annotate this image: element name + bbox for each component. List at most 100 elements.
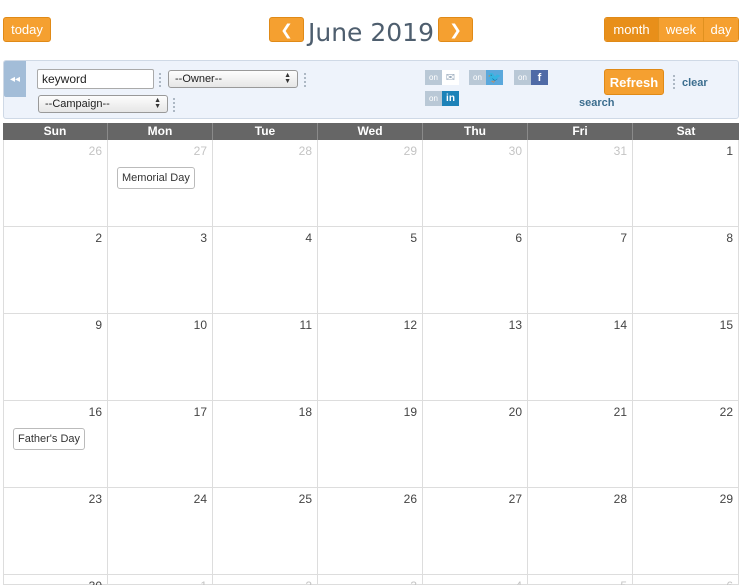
day-cell[interactable]: 29 <box>633 488 739 575</box>
day-number[interactable]: 27 <box>194 144 207 158</box>
day-number[interactable]: 28 <box>299 144 312 158</box>
today-button[interactable]: today <box>3 17 51 42</box>
day-number[interactable]: 11 <box>300 318 312 332</box>
day-cell[interactable]: 26 <box>3 140 108 227</box>
day-number[interactable]: 16 <box>89 405 102 419</box>
day-number[interactable]: 20 <box>509 405 522 419</box>
month-view-button[interactable]: month <box>605 18 659 41</box>
refresh-button[interactable]: Refresh <box>604 69 664 95</box>
facebook-toggle[interactable]: on f <box>514 70 548 85</box>
day-cell[interactable]: 5 <box>528 575 633 585</box>
day-number[interactable]: 28 <box>614 492 627 506</box>
next-month-button[interactable]: ❯ <box>438 17 473 42</box>
day-cell[interactable]: 30 <box>3 575 108 585</box>
day-number[interactable]: 29 <box>720 492 733 506</box>
day-number[interactable]: 8 <box>726 231 733 245</box>
day-number[interactable]: 31 <box>614 144 627 158</box>
day-cell[interactable]: 11 <box>213 314 318 401</box>
day-number[interactable]: 6 <box>726 579 733 585</box>
day-number[interactable]: 19 <box>404 405 417 419</box>
day-cell[interactable]: 24 <box>108 488 213 575</box>
day-number[interactable]: 2 <box>305 579 312 585</box>
day-cell[interactable]: 27 Memorial Day <box>108 140 213 227</box>
clear-link[interactable]: clear <box>682 77 708 89</box>
collapse-panel-button[interactable]: ◂◂ <box>4 61 26 97</box>
day-cell[interactable]: 2 <box>213 575 318 585</box>
day-cell[interactable]: 28 <box>213 140 318 227</box>
day-cell[interactable]: 30 <box>423 140 528 227</box>
day-number[interactable]: 4 <box>305 231 312 245</box>
day-number[interactable]: 17 <box>194 405 207 419</box>
day-number[interactable]: 6 <box>515 231 522 245</box>
day-number[interactable]: 3 <box>410 579 417 585</box>
email-toggle[interactable]: on ✉ <box>425 70 459 85</box>
day-cell[interactable]: 22 <box>633 401 739 488</box>
day-cell[interactable]: 4 <box>213 227 318 314</box>
day-number[interactable]: 25 <box>299 492 312 506</box>
day-number[interactable]: 14 <box>614 318 627 332</box>
day-number[interactable]: 29 <box>404 144 417 158</box>
day-number[interactable]: 5 <box>620 579 627 585</box>
keyword-input[interactable] <box>37 69 154 89</box>
day-cell[interactable]: 17 <box>108 401 213 488</box>
day-cell[interactable]: 6 <box>633 575 739 585</box>
twitter-toggle[interactable]: on 🐦 <box>469 70 503 85</box>
day-number[interactable]: 3 <box>200 231 207 245</box>
day-cell[interactable]: 29 <box>318 140 423 227</box>
day-cell[interactable]: 7 <box>528 227 633 314</box>
search-link[interactable]: search <box>579 97 614 109</box>
day-cell[interactable]: 8 <box>633 227 739 314</box>
day-number[interactable]: 10 <box>194 318 207 332</box>
day-cell[interactable]: 25 <box>213 488 318 575</box>
day-number[interactable]: 24 <box>194 492 207 506</box>
day-number[interactable]: 26 <box>404 492 417 506</box>
calendar-event[interactable]: Father's Day <box>13 428 86 450</box>
week-view-button[interactable]: week <box>659 18 704 41</box>
day-cell[interactable]: 2 <box>3 227 108 314</box>
day-number[interactable]: 1 <box>200 579 207 585</box>
day-cell[interactable]: 28 <box>528 488 633 575</box>
day-number[interactable]: 4 <box>515 579 522 585</box>
day-cell[interactable]: 4 <box>423 575 528 585</box>
day-cell[interactable]: 3 <box>318 575 423 585</box>
day-number[interactable]: 30 <box>509 144 522 158</box>
day-cell[interactable]: 27 <box>423 488 528 575</box>
day-cell[interactable]: 13 <box>423 314 528 401</box>
prev-month-button[interactable]: ❮ <box>269 17 304 42</box>
day-number[interactable]: 13 <box>509 318 522 332</box>
day-cell[interactable]: 21 <box>528 401 633 488</box>
day-number[interactable]: 21 <box>614 405 627 419</box>
day-number[interactable]: 23 <box>89 492 102 506</box>
day-number[interactable]: 22 <box>720 405 733 419</box>
campaign-select[interactable]: --Campaign-- ▲ ▼ <box>38 95 168 113</box>
day-cell[interactable]: 18 <box>213 401 318 488</box>
day-cell[interactable]: 3 <box>108 227 213 314</box>
day-cell[interactable]: 6 <box>423 227 528 314</box>
day-number[interactable]: 5 <box>410 231 417 245</box>
owner-select[interactable]: --Owner-- ▲ ▼ <box>168 70 298 88</box>
day-cell[interactable]: 15 <box>633 314 739 401</box>
day-number[interactable]: 2 <box>95 231 102 245</box>
day-cell[interactable]: 10 <box>108 314 213 401</box>
day-cell[interactable]: 1 <box>108 575 213 585</box>
day-number[interactable]: 15 <box>720 318 733 332</box>
day-number[interactable]: 26 <box>89 144 102 158</box>
day-cell[interactable]: 23 <box>3 488 108 575</box>
day-cell[interactable]: 1 <box>633 140 739 227</box>
day-cell[interactable]: 5 <box>318 227 423 314</box>
day-number[interactable]: 27 <box>509 492 522 506</box>
day-number[interactable]: 9 <box>95 318 102 332</box>
day-cell[interactable]: 9 <box>3 314 108 401</box>
day-number[interactable]: 30 <box>89 579 102 585</box>
day-number[interactable]: 12 <box>404 318 417 332</box>
day-cell[interactable]: 26 <box>318 488 423 575</box>
day-number[interactable]: 18 <box>299 405 312 419</box>
day-cell[interactable]: 16 Father's Day <box>3 401 108 488</box>
day-number[interactable]: 7 <box>620 231 627 245</box>
linkedin-toggle[interactable]: on in <box>425 91 459 106</box>
day-cell[interactable]: 31 <box>528 140 633 227</box>
day-cell[interactable]: 19 <box>318 401 423 488</box>
calendar-event[interactable]: Memorial Day <box>117 167 195 189</box>
day-cell[interactable]: 14 <box>528 314 633 401</box>
day-view-button[interactable]: day <box>704 18 738 41</box>
